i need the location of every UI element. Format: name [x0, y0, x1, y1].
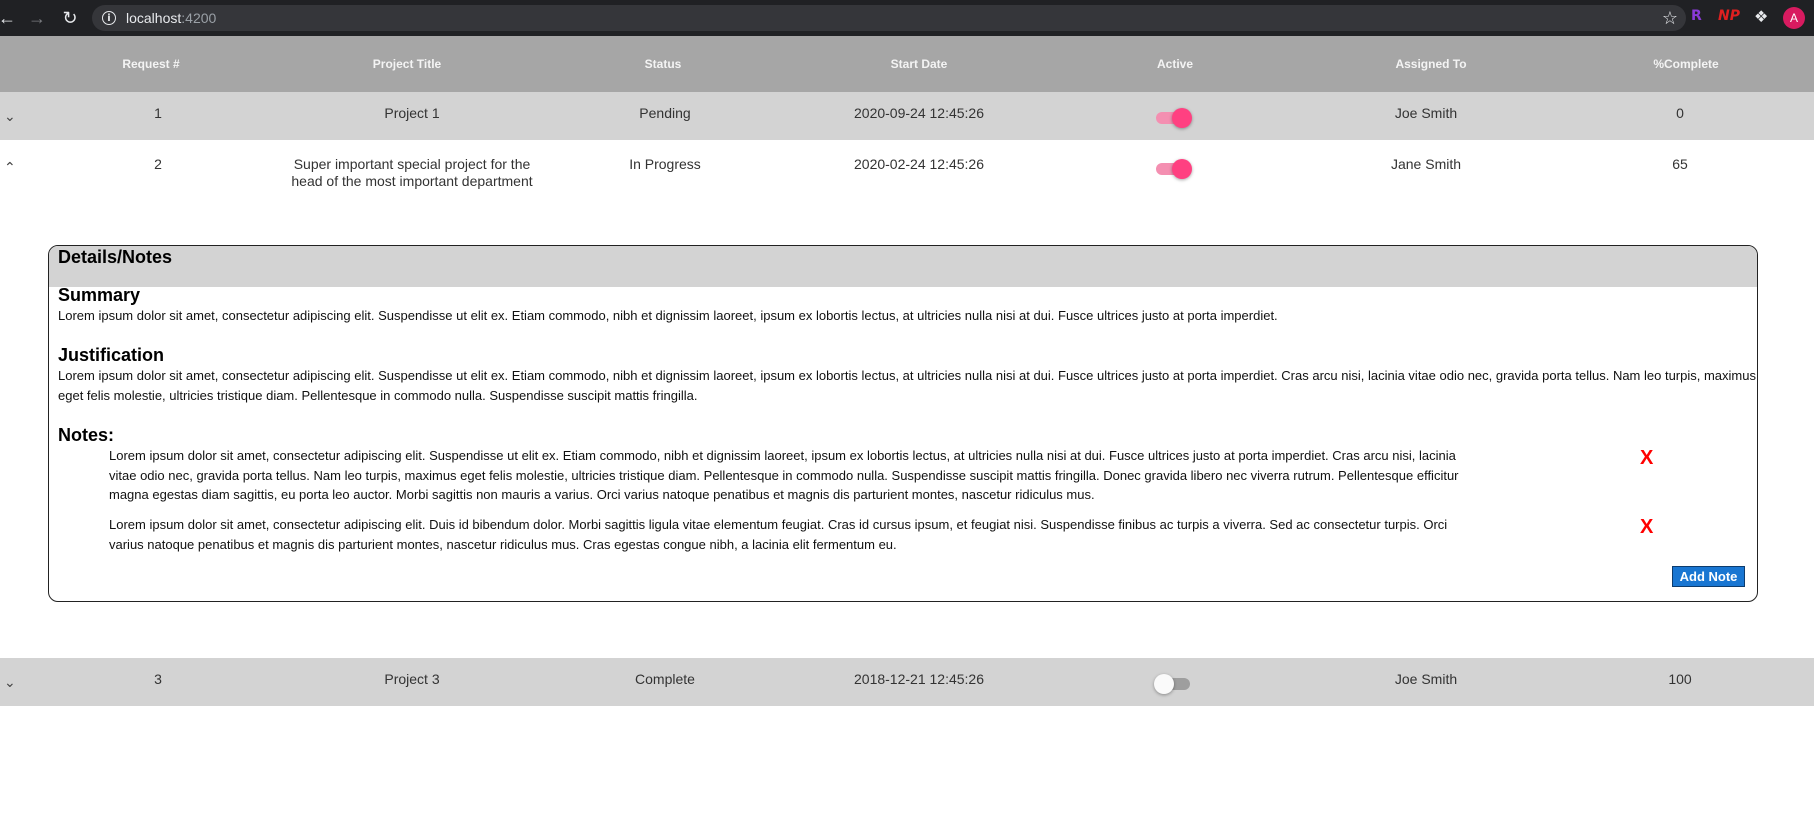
delete-note-button[interactable]: X: [1640, 516, 1653, 539]
summary-heading: Summary: [58, 285, 141, 305]
delete-note-button[interactable]: X: [1640, 447, 1653, 470]
cell-percent-complete: 0: [1676, 105, 1684, 121]
cell-project-title: Super important special project for the …: [291, 156, 533, 189]
cell-project-title: Project 1: [384, 105, 440, 121]
header-start-date[interactable]: Start Date: [891, 36, 948, 92]
table-header: Request # Project Title Status Start Dat…: [0, 36, 1814, 92]
active-toggle[interactable]: [1154, 107, 1192, 128]
header-status[interactable]: Status: [645, 36, 682, 92]
cell-assigned-to: Jane Smith: [1390, 156, 1462, 172]
cell-status: Complete: [635, 671, 695, 687]
table-row[interactable]: ⌄ 3 Project 3 Complete 2018-12-21 12:45:…: [0, 658, 1814, 706]
reload-icon[interactable]: ↻: [55, 3, 85, 33]
justification-text: Lorem ipsum dolor sit amet, consectetur …: [58, 368, 1756, 403]
header-request-number[interactable]: Request #: [122, 36, 179, 92]
header-project-title[interactable]: Project Title: [373, 36, 441, 92]
header-assigned-to[interactable]: Assigned To: [1395, 36, 1466, 92]
cell-start-date: 2018-12-21 12:45:26: [854, 671, 984, 687]
cell-percent-complete: 100: [1668, 671, 1692, 687]
cell-status: Pending: [639, 105, 691, 121]
justification-heading: Justification: [58, 345, 165, 365]
bookmark-star-icon[interactable]: ☆: [1662, 8, 1678, 29]
details-panel: Details/Notes Summary Lorem ipsum dolor …: [48, 245, 1758, 602]
site-info-icon[interactable]: i: [102, 11, 116, 25]
extension-r-icon[interactable]: R: [1691, 8, 1702, 24]
summary-text: Lorem ipsum dolor sit amet, consectetur …: [58, 308, 1278, 323]
url-host: localhost: [126, 10, 182, 26]
chevron-up-icon[interactable]: ⌃: [4, 160, 20, 176]
active-toggle[interactable]: [1154, 158, 1192, 179]
cell-start-date: 2020-09-24 12:45:26: [854, 105, 984, 121]
extension-np-icon[interactable]: NP: [1718, 8, 1740, 24]
browser-toolbar: ← → ↻ i localhost:4200 ☆ R NP ❖ A: [0, 0, 1814, 36]
back-arrow-icon[interactable]: ←: [0, 3, 22, 33]
cell-project-title: Project 3: [384, 671, 440, 687]
cell-start-date: 2020-02-24 12:45:26: [854, 156, 984, 172]
details-header: Details/Notes: [49, 246, 1757, 287]
active-toggle[interactable]: [1154, 673, 1192, 694]
details-heading: Details/Notes: [58, 247, 173, 267]
add-note-button[interactable]: Add Note: [1672, 566, 1745, 587]
cell-request-number: 3: [154, 671, 162, 687]
toggle-knob: [1172, 159, 1192, 179]
cell-request-number: 2: [154, 156, 162, 172]
profile-avatar[interactable]: A: [1783, 7, 1805, 29]
cell-assigned-to: Joe Smith: [1394, 671, 1458, 687]
url-port: :4200: [181, 10, 217, 26]
cell-assigned-to: Joe Smith: [1394, 105, 1458, 121]
header-active[interactable]: Active: [1157, 36, 1193, 92]
table-row[interactable]: ⌃ 2 Super important special project for …: [0, 140, 1814, 200]
header-percent-complete[interactable]: %Complete: [1653, 36, 1718, 92]
chevron-down-icon[interactable]: ⌄: [4, 675, 20, 691]
address-bar[interactable]: i localhost:4200 ☆: [92, 5, 1686, 31]
forward-arrow-icon[interactable]: →: [22, 3, 52, 33]
notes-heading: Notes:: [58, 425, 115, 445]
toggle-knob: [1172, 108, 1192, 128]
note-text: Lorem ipsum dolor sit amet, consectetur …: [109, 517, 1448, 552]
toggle-knob: [1154, 674, 1174, 694]
cell-percent-complete: 65: [1672, 156, 1688, 172]
table-row[interactable]: ⌄ 1 Project 1 Pending 2020-09-24 12:45:2…: [0, 92, 1814, 140]
cell-status: In Progress: [629, 156, 701, 172]
cell-request-number: 1: [154, 105, 162, 121]
note-text: Lorem ipsum dolor sit amet, consectetur …: [109, 448, 1459, 502]
extensions-puzzle-icon[interactable]: ❖: [1754, 7, 1768, 26]
chevron-down-icon[interactable]: ⌄: [4, 109, 20, 125]
